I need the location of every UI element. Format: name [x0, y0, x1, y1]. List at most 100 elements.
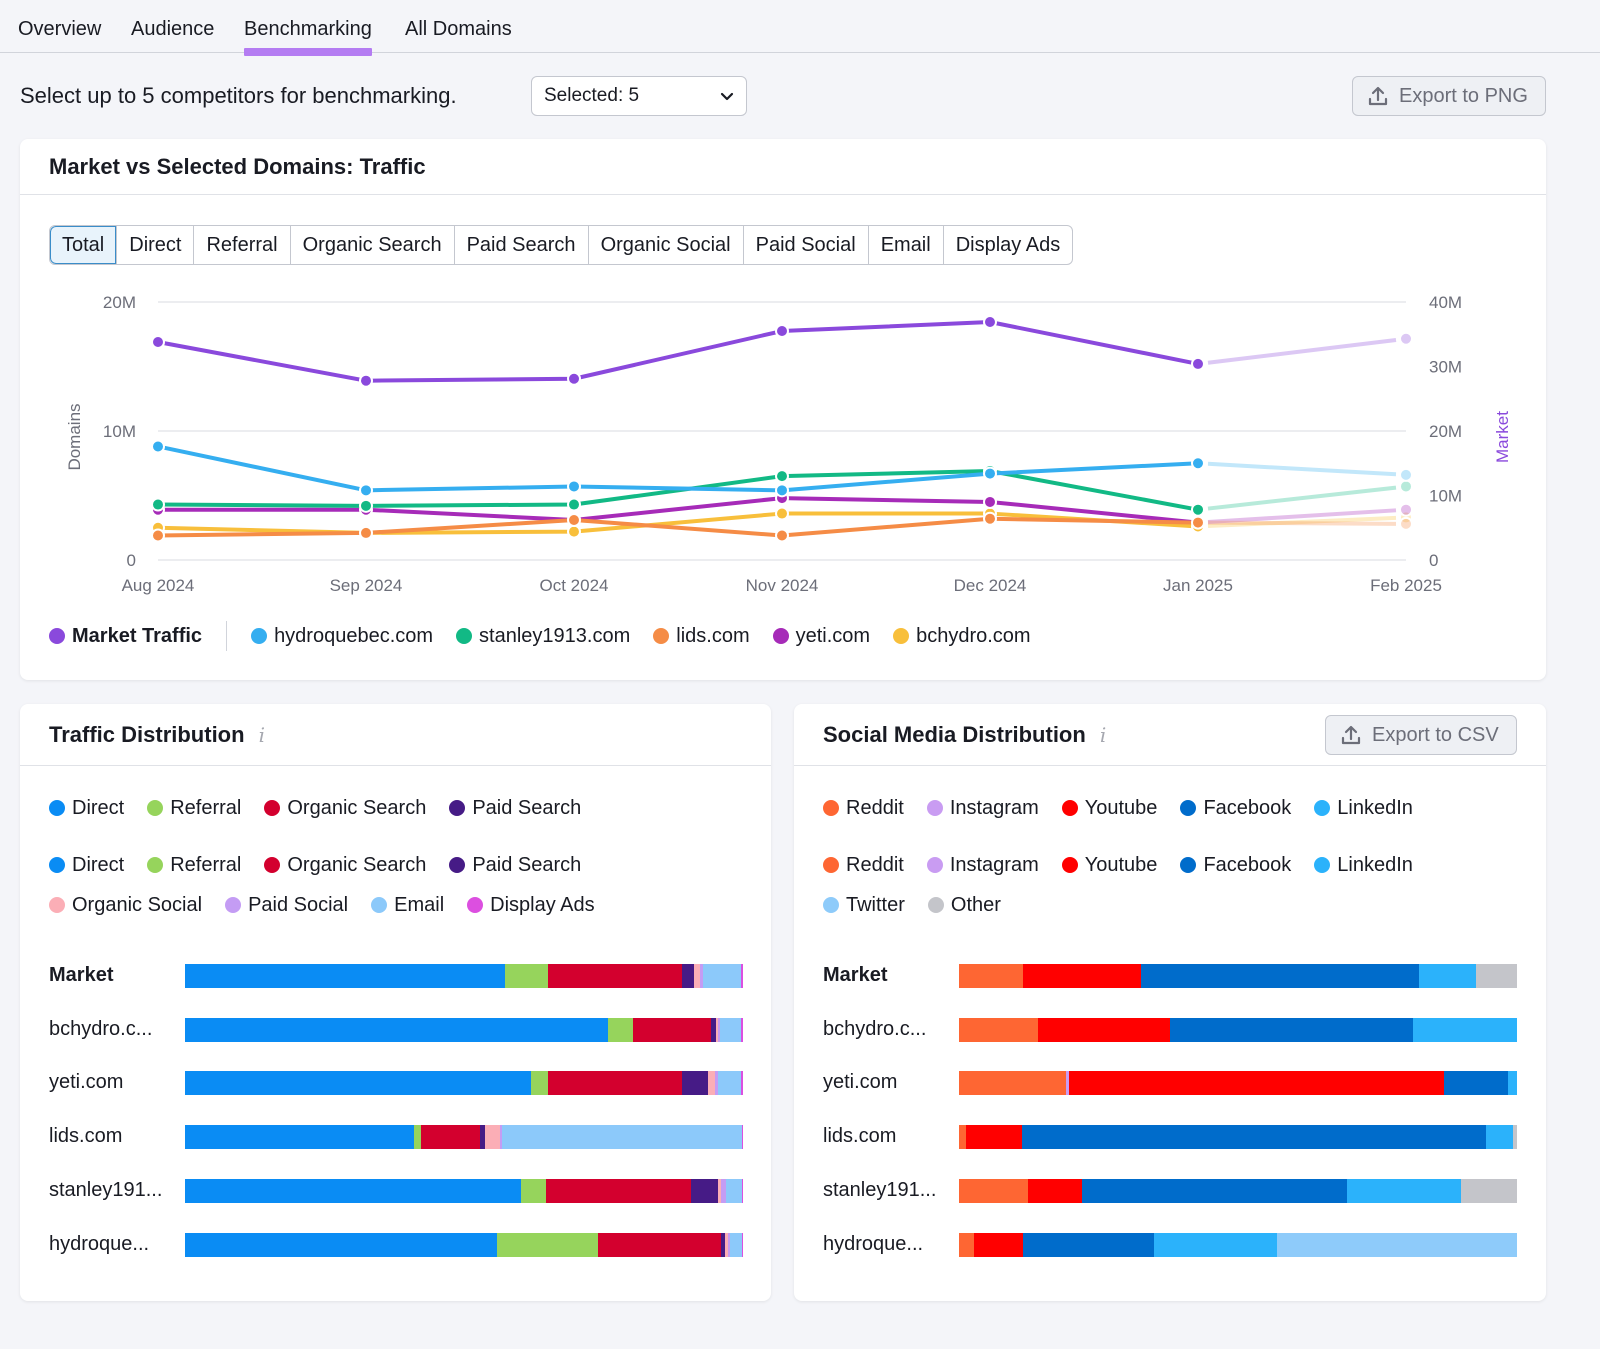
bar-segment-direct[interactable]: [185, 1178, 522, 1203]
legend-item-lids-com[interactable]: lids.com: [653, 625, 750, 648]
legend-item-reddit[interactable]: Reddit: [823, 788, 904, 828]
legend-item-organic-social[interactable]: Organic Social: [49, 885, 202, 925]
legend-item-reddit[interactable]: Reddit: [823, 845, 904, 885]
bar-segment-display-ads[interactable]: [741, 1125, 743, 1150]
data-point-market-traffic[interactable]: [983, 314, 997, 329]
bar-segment-referral[interactable]: [607, 1017, 634, 1042]
bar-segment-facebook[interactable]: [1022, 1125, 1487, 1150]
legend-item-direct[interactable]: Direct: [49, 788, 124, 828]
data-point-hydroquebec-com[interactable]: [775, 483, 789, 498]
bar-segment-referral[interactable]: [497, 1232, 598, 1257]
bar-segment-reddit[interactable]: [959, 964, 1023, 988]
bar-segment-linkedin[interactable]: [1154, 1232, 1278, 1257]
bar-segment-paid-search[interactable]: [681, 1071, 709, 1096]
bar-segment-display-ads[interactable]: [740, 1017, 743, 1042]
data-point-lids-com[interactable]: [1399, 516, 1413, 531]
data-point-stanley1913-com[interactable]: [567, 497, 581, 512]
data-point-stanley1913-com[interactable]: [359, 498, 373, 513]
bar-segment-youtube[interactable]: [1027, 1178, 1082, 1203]
bar-segment-direct[interactable]: [185, 1125, 414, 1150]
bar-segment-reddit[interactable]: [959, 1232, 975, 1257]
legend-item-instagram[interactable]: Instagram: [926, 845, 1039, 885]
bar-segment-reddit[interactable]: [959, 1071, 1066, 1096]
data-point-hydroquebec-com[interactable]: [1399, 467, 1413, 482]
stacked-bar[interactable]: [959, 1125, 1517, 1150]
stacked-bar[interactable]: [185, 1125, 743, 1150]
info-icon[interactable]: i: [1100, 723, 1106, 747]
data-point-market-traffic[interactable]: [359, 373, 373, 388]
legend-item-hydroquebec-com[interactable]: hydroquebec.com: [251, 625, 433, 648]
legend-item-organic-search[interactable]: Organic Search: [264, 845, 426, 885]
bar-segment-other[interactable]: [1460, 1178, 1517, 1203]
legend-item-facebook[interactable]: Facebook: [1180, 788, 1291, 828]
stacked-bar[interactable]: [959, 1178, 1517, 1203]
data-point-stanley1913-com[interactable]: [151, 497, 165, 512]
data-point-hydroquebec-com[interactable]: [567, 479, 581, 494]
bar-segment-organic-search[interactable]: [547, 964, 682, 988]
data-point-hydroquebec-com[interactable]: [359, 483, 373, 498]
bar-segment-reddit[interactable]: [959, 1125, 967, 1150]
data-point-stanley1913-com[interactable]: [775, 469, 789, 484]
bar-segment-facebook[interactable]: [1081, 1178, 1347, 1203]
data-point-lids-com[interactable]: [359, 525, 373, 540]
data-point-lids-com[interactable]: [567, 513, 581, 528]
bar-segment-email[interactable]: [726, 1178, 742, 1203]
bar-segment-linkedin[interactable]: [1346, 1178, 1461, 1203]
legend-item-referral[interactable]: Referral: [147, 788, 241, 828]
bar-segment-facebook[interactable]: [1023, 1232, 1155, 1257]
segment-referral[interactable]: Referral: [193, 226, 289, 264]
segment-display-ads[interactable]: Display Ads: [942, 226, 1072, 264]
data-point-lids-com[interactable]: [1191, 515, 1205, 530]
data-point-bchydro-com[interactable]: [567, 524, 581, 539]
data-point-stanley1913-com[interactable]: [1399, 479, 1413, 494]
data-point-yeti-com[interactable]: [983, 494, 997, 509]
bar-segment-organic-search[interactable]: [547, 1071, 682, 1096]
data-point-market-traffic[interactable]: [567, 371, 581, 386]
bar-segment-organic-social[interactable]: [485, 1125, 500, 1150]
legend-item-linkedin[interactable]: LinkedIn: [1314, 788, 1413, 828]
data-point-yeti-com[interactable]: [1399, 502, 1413, 517]
bar-segment-twitter[interactable]: [1277, 1232, 1517, 1257]
stacked-bar[interactable]: [959, 1232, 1517, 1257]
segment-paid-social[interactable]: Paid Social: [742, 226, 868, 264]
stacked-bar[interactable]: [959, 964, 1517, 988]
data-point-bchydro-com[interactable]: [775, 506, 789, 521]
legend-item-direct[interactable]: Direct: [49, 845, 124, 885]
stacked-bar[interactable]: [185, 1232, 743, 1257]
bar-segment-email[interactable]: [501, 1125, 742, 1150]
info-icon[interactable]: i: [259, 723, 265, 747]
segment-total[interactable]: Total: [50, 226, 117, 264]
legend-item-paid-social[interactable]: Paid Social: [225, 885, 348, 925]
bar-segment-linkedin[interactable]: [1508, 1071, 1517, 1096]
bar-segment-display-ads[interactable]: [740, 964, 743, 988]
bar-segment-email[interactable]: [702, 964, 741, 988]
legend-item-facebook[interactable]: Facebook: [1180, 845, 1291, 885]
tab-benchmarking[interactable]: Benchmarking: [244, 18, 372, 56]
data-point-market-traffic[interactable]: [1191, 356, 1205, 371]
bar-segment-youtube[interactable]: [966, 1125, 1023, 1150]
bar-segment-youtube[interactable]: [1068, 1071, 1444, 1096]
bar-segment-other[interactable]: [1512, 1125, 1517, 1150]
bar-segment-email[interactable]: [718, 1071, 741, 1096]
stacked-bar[interactable]: [959, 1071, 1517, 1096]
segment-organic-social[interactable]: Organic Social: [587, 226, 743, 264]
bar-segment-organic-search[interactable]: [633, 1017, 712, 1042]
export-csv-button[interactable]: Export to CSV: [1325, 715, 1517, 755]
segment-paid-search[interactable]: Paid Search: [453, 226, 588, 264]
export-png-button[interactable]: Export to PNG: [1352, 76, 1546, 116]
tab-all-domains[interactable]: All Domains: [405, 18, 512, 41]
bar-segment-linkedin[interactable]: [1486, 1125, 1513, 1150]
bar-segment-other[interactable]: [1476, 964, 1517, 988]
bar-segment-paid-search[interactable]: [681, 964, 695, 988]
bar-segment-youtube[interactable]: [1038, 1017, 1170, 1042]
legend-item-twitter[interactable]: Twitter: [823, 885, 905, 925]
bar-segment-organic-search[interactable]: [546, 1178, 692, 1203]
bar-segment-organic-social[interactable]: [708, 1071, 716, 1096]
bar-segment-email[interactable]: [719, 1017, 741, 1042]
data-point-market-traffic[interactable]: [1399, 331, 1413, 346]
data-point-lids-com[interactable]: [983, 511, 997, 526]
tab-audience[interactable]: Audience: [131, 18, 214, 41]
bar-segment-facebook[interactable]: [1169, 1017, 1414, 1042]
segment-organic-search[interactable]: Organic Search: [289, 226, 454, 264]
bar-segment-organic-search[interactable]: [421, 1125, 480, 1150]
